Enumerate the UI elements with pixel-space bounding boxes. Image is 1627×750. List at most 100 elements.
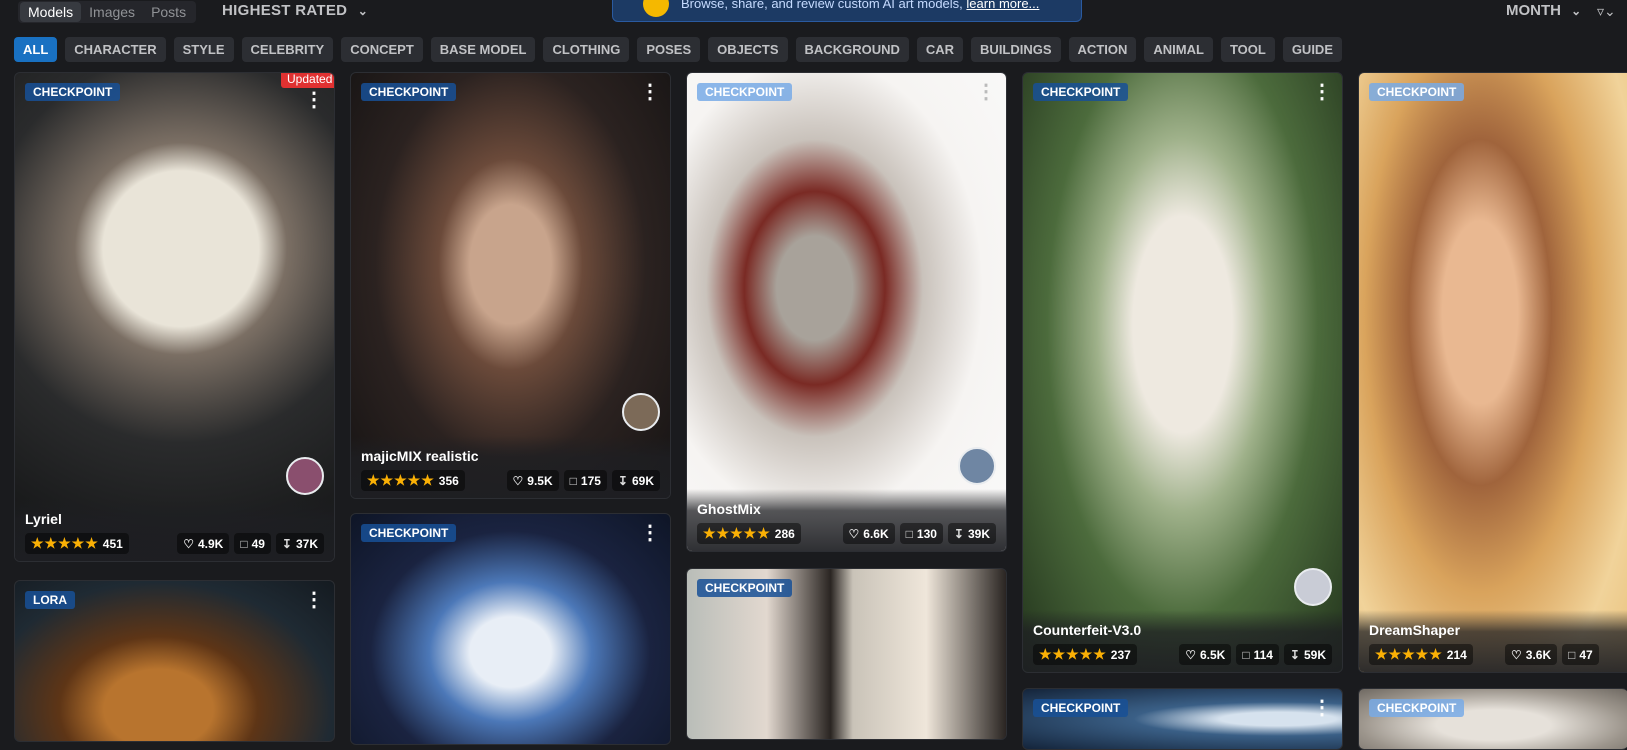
comment-icon: □ [905,526,913,541]
heart-icon: ♡ [1185,647,1196,662]
creator-avatar[interactable] [622,393,660,431]
more-options-icon[interactable]: ⋮ [1312,698,1332,718]
model-card[interactable]: CHECKPOINT [1358,688,1627,750]
model-card[interactable]: LORA ⋮ [14,580,335,742]
model-stats: ♡ 3.6K □ 47 [1505,644,1599,665]
likes-count: 4.9K [197,536,224,551]
category-chip[interactable]: CLOTHING [543,37,630,62]
model-type-badge: CHECKPOINT [1369,699,1465,717]
star-rating-icon: ★★★★★ [703,525,771,541]
banner-text: Browse, share, and review custom AI art … [681,0,963,11]
rating-badge: ★★★★★ 237 [1033,644,1137,665]
model-card[interactable]: CHECKPOINT DreamShaper ★★★★★ 214 ♡ 3.6K □ 4… [1358,72,1627,673]
category-chip[interactable]: BACKGROUND [795,37,909,62]
model-card[interactable]: CHECKPOINT ⋮ [1022,688,1343,750]
downloads-stat: ↧ 37K [275,533,324,554]
category-chip[interactable]: CONCEPT [341,37,423,62]
rating-count: 286 [774,526,795,541]
category-chip[interactable]: POSES [637,37,701,62]
comment-icon: □ [569,473,577,488]
likes-count: 3.6K [1525,647,1552,662]
more-options-icon[interactable]: ⋮ [640,82,660,102]
tab-models[interactable]: Models [20,2,82,22]
sort-label: HIGHEST RATED [222,2,348,19]
likes-count: 6.5K [1199,647,1226,662]
heart-icon: ♡ [512,473,524,488]
model-name: GhostMix [697,501,761,517]
sort-dropdown[interactable]: HIGHEST RATED ⌄ [222,2,368,19]
category-chip[interactable]: CELEBRITY [241,37,334,62]
comments-stat: □ 130 [899,523,943,544]
model-type-badge: LORA [25,591,75,609]
creator-avatar[interactable] [1294,568,1332,606]
category-filter-bar: ALL CHARACTER STYLE CELEBRITY CONCEPT BA… [14,37,1342,62]
model-name: Lyriel [25,511,62,527]
learn-more-link[interactable]: learn more... [966,0,1039,11]
model-card[interactable]: CHECKPOINT Updated ⋮ Lyriel ★★★★★ 451 ♡ 4.… [14,72,335,562]
comment-icon: □ [1242,647,1250,662]
wave-icon [643,0,669,17]
tab-images[interactable]: Images [81,2,143,22]
model-preview-image [1359,73,1627,672]
more-options-icon[interactable]: ⋮ [304,590,324,610]
rating-count: 237 [1110,647,1131,662]
model-preview-image [1359,689,1627,749]
model-type-badge: CHECKPOINT [25,83,121,101]
creator-avatar[interactable] [286,457,324,495]
downloads-count: 37K [295,536,318,551]
comments-count: 49 [251,536,265,551]
more-options-icon[interactable]: ⋮ [976,82,996,102]
period-dropdown[interactable]: MONTH ⌄ [1506,2,1581,19]
star-rating-icon: ★★★★★ [1375,646,1443,662]
comments-stat: □ 47 [1562,644,1599,665]
category-chip[interactable]: BASE MODEL [430,37,536,62]
comments-count: 114 [1253,647,1273,662]
creator-avatar[interactable] [958,447,996,485]
category-chip[interactable]: STYLE [173,37,234,62]
likes-stat: ♡ 9.5K [506,470,559,491]
more-options-icon[interactable]: ⋮ [304,90,324,110]
category-chip[interactable]: CHARACTER [65,37,166,62]
comments-count: 47 [1579,647,1593,662]
category-chip[interactable]: GUIDE [1282,37,1342,62]
updated-badge: Updated [281,73,334,88]
category-chip[interactable]: ACTION [1068,37,1137,62]
likes-count: 6.6K [863,526,889,541]
content-type-tabs: Models Images Posts [18,1,197,23]
rating-count: 451 [102,536,123,551]
more-options-icon[interactable]: ⋮ [1312,82,1332,102]
chevron-down-icon: ⌄ [357,4,369,18]
category-chip[interactable]: BUILDINGS [971,37,1061,62]
model-name: DreamShaper [1369,622,1461,638]
model-preview-image [351,73,670,498]
likes-stat: ♡ 4.9K [177,533,230,554]
comments-count: 130 [916,526,937,541]
category-chip[interactable]: ANIMAL [1144,37,1213,62]
filter-icon[interactable]: ▿⌄ [1597,3,1616,20]
chevron-down-icon: ⌄ [1571,4,1582,18]
category-chip[interactable]: OBJECTS [708,37,788,62]
model-type-badge: CHECKPOINT [361,83,457,101]
downloads-stat: ↧ 59K [1283,644,1332,665]
heart-icon: ♡ [1511,647,1522,662]
star-rating-icon: ★★★★★ [1039,646,1107,662]
model-card[interactable]: CHECKPOINT ⋮ Counterfeit-V3.0 ★★★★★ 237 ♡… [1022,72,1343,673]
likes-stat: ♡ 6.6K [842,523,895,544]
model-card[interactable]: CHECKPOINT [686,568,1007,740]
more-options-icon[interactable]: ⋮ [640,523,660,543]
top-bar: Models Images Posts HIGHEST RATED ⌄ Brow… [0,0,1627,26]
downloads-count: 39K [967,526,990,541]
model-card[interactable]: CHECKPOINT ⋮ GhostMix ★★★★★ 286 ♡ 6.6K □ 13… [686,72,1007,552]
model-card[interactable]: CHECKPOINT ⋮ [350,513,671,745]
model-card[interactable]: CHECKPOINT ⋮ majicMIX realistic ★★★★★ 356… [350,72,671,499]
category-chip[interactable]: CAR [916,37,964,62]
category-chip[interactable]: ALL [14,37,58,62]
model-stats: ♡ 9.5K □ 175 ↧ 69K [506,470,660,491]
comments-stat: □ 49 [234,533,271,554]
category-chip[interactable]: TOOL [1220,37,1275,62]
comments-stat: □ 175 [563,470,607,491]
rating-badge: ★★★★★ 214 [1369,644,1473,665]
download-icon: ↧ [617,473,628,488]
rating-count: 356 [438,473,459,488]
tab-posts[interactable]: Posts [143,2,194,22]
